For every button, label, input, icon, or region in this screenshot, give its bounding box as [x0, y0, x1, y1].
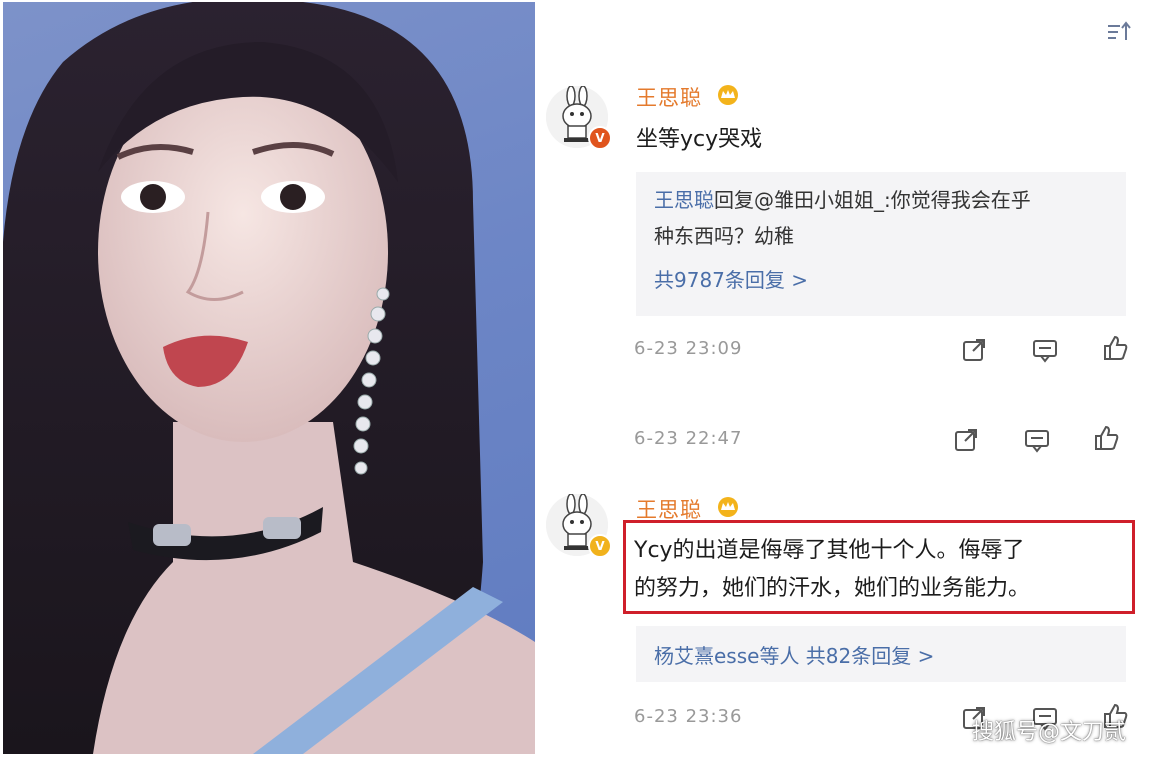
sort-icon[interactable]	[1106, 20, 1132, 44]
comment-username[interactable]: 王思聪	[636, 82, 702, 112]
share-icon[interactable]	[952, 426, 980, 454]
crown-icon	[718, 497, 738, 517]
like-icon[interactable]	[1101, 334, 1129, 362]
comment-timestamp: 6-23 23:36	[634, 706, 743, 727]
avatar[interactable]: V	[546, 494, 612, 558]
reply-count-link[interactable]: 共9787条回复 >	[654, 264, 1126, 293]
comment-icon[interactable]	[1023, 426, 1051, 454]
comment-text: Ycy的出道是侮辱了其他十个人。侮辱了 的努力，她们的汗水，她们的业务能力。	[634, 532, 1030, 608]
reply-preview[interactable]: 王思聪回复@雏田小姐姐_:你觉得我会在乎 种东西吗？幼稚 共9787条回复 >	[636, 172, 1126, 316]
comment-feed: V 王思聪 坐等ycy哭戏 王思聪回复@雏田小姐姐_:你觉得我会在乎 种东西吗？…	[540, 0, 1150, 758]
comment-timestamp: 6-23 23:09	[634, 338, 743, 359]
portrait-photo	[3, 2, 535, 754]
comment-text-line: 的努力，她们的汗水，她们的业务能力。	[634, 576, 1031, 601]
avatar[interactable]: V	[546, 86, 612, 150]
crown-icon	[718, 85, 738, 105]
reply-preview-line-2: 种东西吗？幼稚	[654, 224, 794, 248]
verified-icon: V	[588, 534, 612, 558]
comment-text: 坐等ycy哭戏	[636, 127, 763, 152]
like-icon[interactable]	[1092, 424, 1120, 452]
share-icon[interactable]	[960, 336, 988, 364]
panel-divider	[535, 0, 539, 758]
verified-icon: V	[588, 126, 612, 150]
watermark: 搜狐号@文刀贰	[971, 720, 1126, 745]
reply-summary-text[interactable]: 杨艾熹esse等人 共82条回复 >	[654, 638, 1126, 674]
comment-icon[interactable]	[1031, 336, 1059, 364]
reply-summary[interactable]: 杨艾熹esse等人 共82条回复 >	[636, 626, 1126, 682]
comment-text-line: Ycy的出道是侮辱了其他十个人。侮辱了	[634, 538, 1025, 563]
comment-timestamp: 6-23 22:47	[634, 428, 743, 449]
reply-text: 回复@雏田小姐姐_:你觉得我会在乎	[714, 188, 1031, 212]
reply-author[interactable]: 王思聪	[654, 188, 714, 212]
reply-preview-line: 王思聪回复@雏田小姐姐_:你觉得我会在乎	[654, 182, 1126, 218]
